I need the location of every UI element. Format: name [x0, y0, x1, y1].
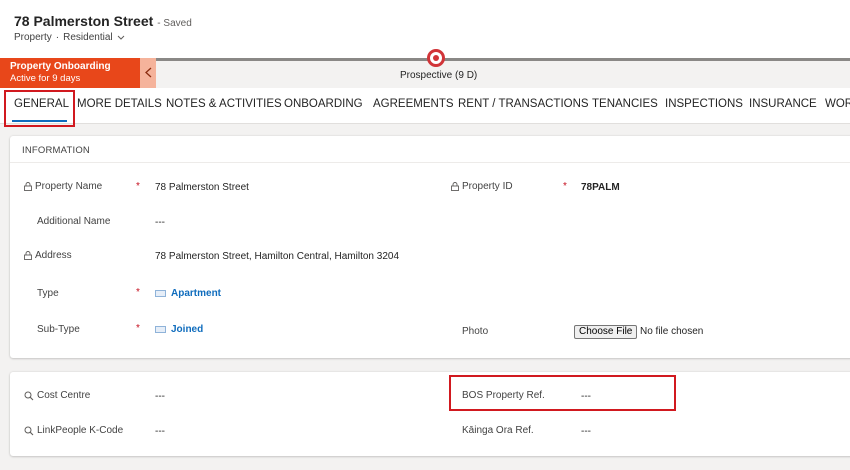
cost-centre-value[interactable]: ---: [155, 391, 165, 402]
lock-icon: [24, 251, 32, 260]
type-value: Apartment: [171, 288, 222, 299]
subtype-value: Joined: [171, 324, 204, 335]
entity-name: Property: [14, 32, 52, 43]
tab-insurance[interactable]: INSURANCE: [749, 98, 817, 110]
form-name: Residential: [63, 32, 113, 43]
subtype-lookup-link[interactable]: Joined: [155, 324, 203, 335]
form-selector[interactable]: Residential: [63, 32, 124, 43]
address-value[interactable]: 78 Palmerston Street, Hamilton Central, …: [155, 251, 399, 262]
address-label: Address: [24, 250, 72, 261]
collapse-process-button[interactable]: [140, 58, 156, 88]
chevron-down-icon: [117, 33, 125, 43]
photo-label: Photo: [462, 326, 489, 337]
lock-icon: [451, 182, 459, 191]
active-stage-duration: Active for 9 days: [10, 73, 81, 84]
property-id-label: Property ID: [451, 181, 513, 192]
title-row: 78 Palmerston Street - Saved: [14, 13, 192, 29]
reference-codes-section: [10, 372, 850, 456]
tab-rent-transactions[interactable]: RENT / TRANSACTIONS: [458, 98, 589, 110]
process-track: [156, 58, 850, 61]
section-title: INFORMATION: [22, 145, 90, 156]
lookup-icon: [24, 391, 34, 401]
cost-centre-label: Cost Centre: [24, 390, 90, 401]
subtype-label: Sub-Type: [37, 324, 80, 335]
active-stage-name: Property Onboarding: [10, 61, 111, 72]
additional-name-value[interactable]: ---: [155, 217, 165, 228]
section-divider: [10, 162, 850, 163]
property-name-value[interactable]: 78 Palmerston Street: [155, 182, 249, 193]
additional-name-label: Additional Name: [37, 216, 111, 227]
file-status: No file chosen: [640, 326, 704, 337]
property-id-value[interactable]: 78PALM: [581, 182, 620, 193]
linkpeople-label: LinkPeople K-Code: [24, 425, 123, 436]
tab-highlight-box: [4, 90, 75, 127]
required-marker: *: [136, 287, 140, 298]
tab-notes-activities[interactable]: NOTES & ACTIVITIES: [166, 98, 282, 110]
required-marker: *: [563, 181, 567, 192]
current-stage-label[interactable]: Prospective (9 D): [400, 70, 477, 81]
subtitle-separator: ·: [55, 32, 60, 43]
required-marker: *: [136, 181, 140, 192]
lookup-icon: [24, 426, 34, 436]
chevron-left-icon: [144, 65, 152, 81]
type-lookup-link[interactable]: Apartment: [155, 288, 221, 299]
tab-more-details[interactable]: MORE DETAILS: [77, 98, 162, 110]
kainga-label: Kāinga Ora Ref.: [462, 425, 534, 436]
required-marker: *: [136, 323, 140, 334]
tab-overflow[interactable]: WOR: [825, 98, 850, 110]
tab-tenancies[interactable]: TENANCIES: [592, 98, 658, 110]
active-stage-flyout[interactable]: Property Onboarding Active for 9 days: [0, 58, 140, 88]
tab-agreements[interactable]: AGREEMENTS: [373, 98, 454, 110]
business-process-flow: Property Onboarding Active for 9 days Pr…: [0, 49, 850, 88]
tab-bar: GENERAL MORE DETAILS NOTES & ACTIVITIES …: [0, 88, 850, 124]
property-name-label: Property Name: [24, 181, 102, 192]
stage-node-icon[interactable]: [427, 49, 445, 67]
tab-inspections[interactable]: INSPECTIONS: [665, 98, 743, 110]
form-header: 78 Palmerston Street - Saved Property · …: [0, 0, 850, 58]
save-status: - Saved: [157, 18, 192, 29]
choose-file-button[interactable]: Choose File: [574, 325, 638, 339]
type-label: Type: [37, 288, 59, 299]
entity-icon: [155, 326, 166, 333]
linkpeople-value[interactable]: ---: [155, 426, 165, 437]
tab-onboarding[interactable]: ONBOARDING: [284, 98, 363, 110]
record-title: 78 Palmerston Street: [14, 13, 154, 29]
kainga-value[interactable]: ---: [581, 426, 591, 437]
lock-icon: [24, 182, 32, 191]
bos-ref-highlight-box: [449, 375, 676, 411]
record-subtitle: Property · Residential: [14, 32, 125, 43]
entity-icon: [155, 290, 166, 297]
